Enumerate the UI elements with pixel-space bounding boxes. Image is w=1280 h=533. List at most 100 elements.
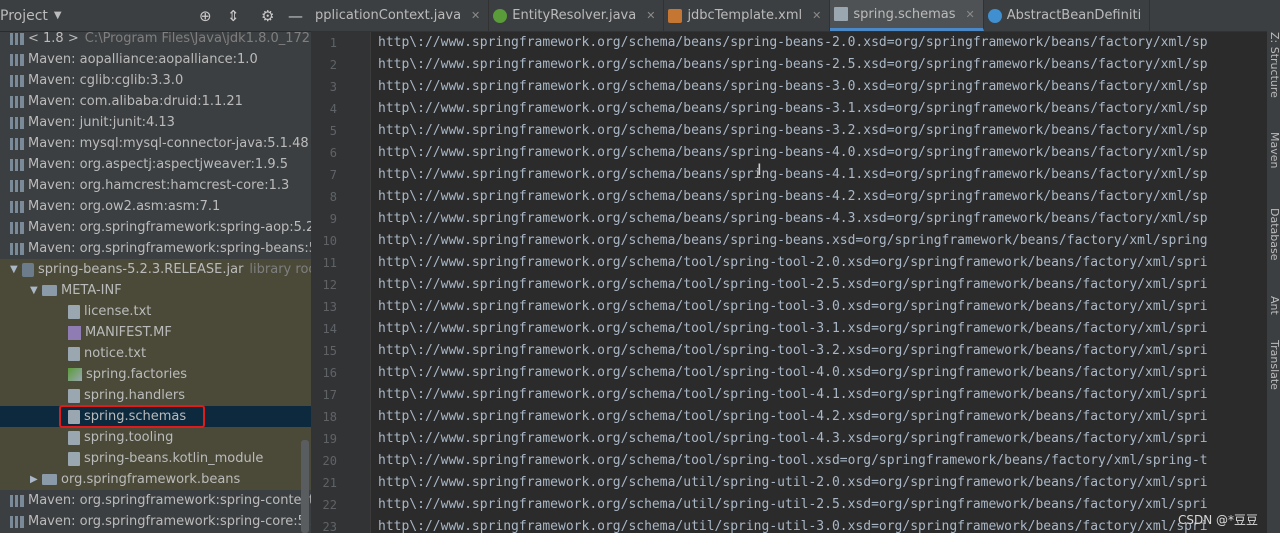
- tree-row-label: Maven: org.ow2.asm:asm:7.1: [28, 199, 221, 214]
- code-line[interactable]: http\://www.springframework.org/schema/t…: [378, 365, 1208, 380]
- tab-label: pplicationContext.java: [315, 8, 462, 23]
- line-number: 6: [329, 146, 337, 160]
- line-number: 1: [329, 36, 337, 50]
- code-line[interactable]: http\://www.springframework.org/schema/b…: [378, 189, 1208, 204]
- library-icon: [10, 53, 24, 66]
- database-tool-button[interactable]: Database: [1268, 208, 1280, 261]
- project-panel-title[interactable]: Project: [0, 8, 48, 24]
- tree-row-library[interactable]: Maven: org.springframework:spring-core:5…: [0, 511, 311, 532]
- line-number: 2: [329, 58, 337, 72]
- tree-row-library[interactable]: Maven: junit:junit:4.13: [0, 112, 311, 133]
- tree-row-jdk[interactable]: < 1.8 > C:\Program Files\Java\jdk1.8.0_1…: [0, 28, 311, 49]
- tree-row-library[interactable]: Maven: org.springframework:spring-aop:5.…: [0, 217, 311, 238]
- library-icon: [10, 158, 24, 171]
- tree-row-file[interactable]: spring.tooling: [0, 427, 311, 448]
- collapse-all-icon[interactable]: ⇕: [227, 7, 240, 25]
- code-line[interactable]: http\://www.springframework.org/schema/b…: [378, 35, 1208, 50]
- code-line[interactable]: http\://www.springframework.org/schema/u…: [378, 519, 1208, 533]
- folder-icon: [42, 285, 57, 296]
- code-line[interactable]: http\://www.springframework.org/schema/t…: [378, 321, 1208, 336]
- library-icon: [10, 242, 24, 255]
- tree-row-path: C:\Program Files\Java\jdk1.8.0_172: [84, 31, 311, 46]
- code-line[interactable]: http\://www.springframework.org/schema/b…: [378, 57, 1208, 72]
- tab-jdbc-template[interactable]: jdbcTemplate.xml ✕: [664, 0, 831, 31]
- tree-row-file[interactable]: license.txt: [0, 301, 311, 322]
- library-icon: [10, 95, 24, 108]
- tree-row-library[interactable]: Maven: com.alibaba:druid:1.1.21: [0, 91, 311, 112]
- code-line[interactable]: http\://www.springframework.org/schema/u…: [378, 475, 1208, 490]
- tree-row-file[interactable]: spring-beans.kotlin_module: [0, 448, 311, 469]
- code-editor[interactable]: http\://www.springframework.org/schema/b…: [372, 32, 1267, 533]
- line-number: 4: [329, 102, 337, 116]
- tree-row-library[interactable]: Maven: org.ow2.asm:asm:7.1: [0, 196, 311, 217]
- gear-icon[interactable]: ⚙: [261, 7, 274, 25]
- line-number: 19: [322, 432, 337, 446]
- tree-row-library[interactable]: Maven: org.springframework:spring-contex…: [0, 490, 311, 511]
- tree-row-package[interactable]: ▶ org.springframework.beans: [0, 469, 311, 490]
- line-number: 20: [322, 454, 337, 468]
- expand-arrow-icon[interactable]: ▼: [30, 285, 42, 296]
- tree-row-file[interactable]: spring.handlers: [0, 385, 311, 406]
- tree-row-library[interactable]: Maven: cglib:cglib:3.3.0: [0, 70, 311, 91]
- code-line[interactable]: http\://www.springframework.org/schema/t…: [378, 453, 1208, 468]
- library-icon: [10, 116, 24, 129]
- tab-abstract-bean-definition[interactable]: AbstractBeanDefiniti: [984, 0, 1151, 31]
- project-scrollbar[interactable]: [301, 440, 309, 533]
- collapse-arrow-icon[interactable]: ▶: [30, 474, 42, 485]
- code-line[interactable]: http\://www.springframework.org/schema/u…: [378, 497, 1208, 512]
- tree-row-file[interactable]: spring.factories: [0, 364, 311, 385]
- tree-row-label: Maven: org.springframework:spring-core:5…: [28, 514, 311, 529]
- tree-row-folder[interactable]: ▼ META-INF: [0, 280, 311, 301]
- code-line[interactable]: http\://www.springframework.org/schema/t…: [378, 277, 1208, 292]
- tree-row-label: Maven: org.springframework:spring-contex…: [28, 493, 311, 508]
- line-number-gutter: 1 2 3 4 5 6 7 8 9 10 11 12 13 14 15 16 1…: [311, 32, 371, 533]
- tree-row-file[interactable]: notice.txt: [0, 343, 311, 364]
- tab-label: EntityResolver.java: [512, 8, 637, 23]
- close-icon[interactable]: ✕: [646, 9, 655, 22]
- tree-row-label: Maven: org.springframework:spring-aop:5.…: [28, 220, 311, 235]
- close-icon[interactable]: ✕: [812, 9, 821, 22]
- tree-row-library[interactable]: Maven: aopalliance:aopalliance:1.0: [0, 49, 311, 70]
- tree-row-jar[interactable]: ▼ spring-beans-5.2.3.RELEASE.jar library…: [0, 259, 311, 280]
- locate-icon[interactable]: ⊕: [199, 7, 212, 25]
- code-line[interactable]: http\://www.springframework.org/schema/t…: [378, 387, 1208, 402]
- code-line[interactable]: http\://www.springframework.org/schema/t…: [378, 409, 1208, 424]
- tree-row-library[interactable]: Maven: org.hamcrest:hamcrest-core:1.3: [0, 175, 311, 196]
- chevron-down-icon[interactable]: ▼: [54, 10, 62, 21]
- close-icon[interactable]: ✕: [966, 8, 975, 21]
- line-number: 8: [329, 190, 337, 204]
- code-line[interactable]: http\://www.springframework.org/schema/t…: [378, 431, 1208, 446]
- tree-row-file[interactable]: MANIFEST.MF: [0, 322, 311, 343]
- code-line[interactable]: http\://www.springframework.org/schema/t…: [378, 343, 1208, 358]
- manifest-file-icon: [68, 325, 81, 340]
- tree-row-library[interactable]: Maven: org.aspectj:aspectjweaver:1.9.5: [0, 154, 311, 175]
- tab-entity-resolver[interactable]: EntityResolver.java ✕: [489, 0, 665, 31]
- tree-row-label: Maven: junit:junit:4.13: [28, 115, 175, 130]
- highlight-box: [59, 405, 205, 428]
- close-icon[interactable]: ✕: [471, 9, 480, 22]
- expand-arrow-icon[interactable]: ▼: [10, 264, 22, 275]
- code-line[interactable]: http\://www.springframework.org/schema/t…: [378, 255, 1208, 270]
- tree-row-library[interactable]: Maven: org.springframework:spring-beans:…: [0, 238, 311, 259]
- code-line[interactable]: http\://www.springframework.org/schema/b…: [378, 233, 1208, 248]
- line-number: 10: [322, 234, 337, 248]
- code-line[interactable]: http\://www.springframework.org/schema/b…: [378, 211, 1208, 226]
- library-icon: [10, 179, 24, 192]
- tree-row-label: Maven: org.hamcrest:hamcrest-core:1.3: [28, 178, 290, 193]
- code-line[interactable]: http\://www.springframework.org/schema/b…: [378, 167, 1208, 182]
- code-line[interactable]: http\://www.springframework.org/schema/b…: [378, 145, 1208, 160]
- minimize-icon[interactable]: —: [288, 7, 303, 25]
- code-line[interactable]: http\://www.springframework.org/schema/b…: [378, 101, 1208, 116]
- translate-tool-button[interactable]: Translate: [1268, 340, 1280, 390]
- code-line[interactable]: http\://www.springframework.org/schema/t…: [378, 299, 1208, 314]
- structure-tool-button[interactable]: Z: Structure: [1268, 32, 1280, 98]
- tree-row-library[interactable]: Maven: mysql:mysql-connector-java:5.1.48: [0, 133, 311, 154]
- tab-application-context[interactable]: pplicationContext.java ✕: [311, 0, 490, 31]
- tree-row-label: Maven: org.springframework:spring-beans:…: [28, 241, 311, 256]
- code-line[interactable]: http\://www.springframework.org/schema/b…: [378, 79, 1208, 94]
- tab-spring-schemas[interactable]: spring.schemas ✕: [830, 0, 984, 31]
- ant-tool-button[interactable]: Ant: [1268, 296, 1280, 315]
- maven-tool-button[interactable]: Maven: [1268, 132, 1280, 168]
- tree-row-label: Maven: mysql:mysql-connector-java:5.1.48: [28, 136, 309, 151]
- code-line[interactable]: http\://www.springframework.org/schema/b…: [378, 123, 1208, 138]
